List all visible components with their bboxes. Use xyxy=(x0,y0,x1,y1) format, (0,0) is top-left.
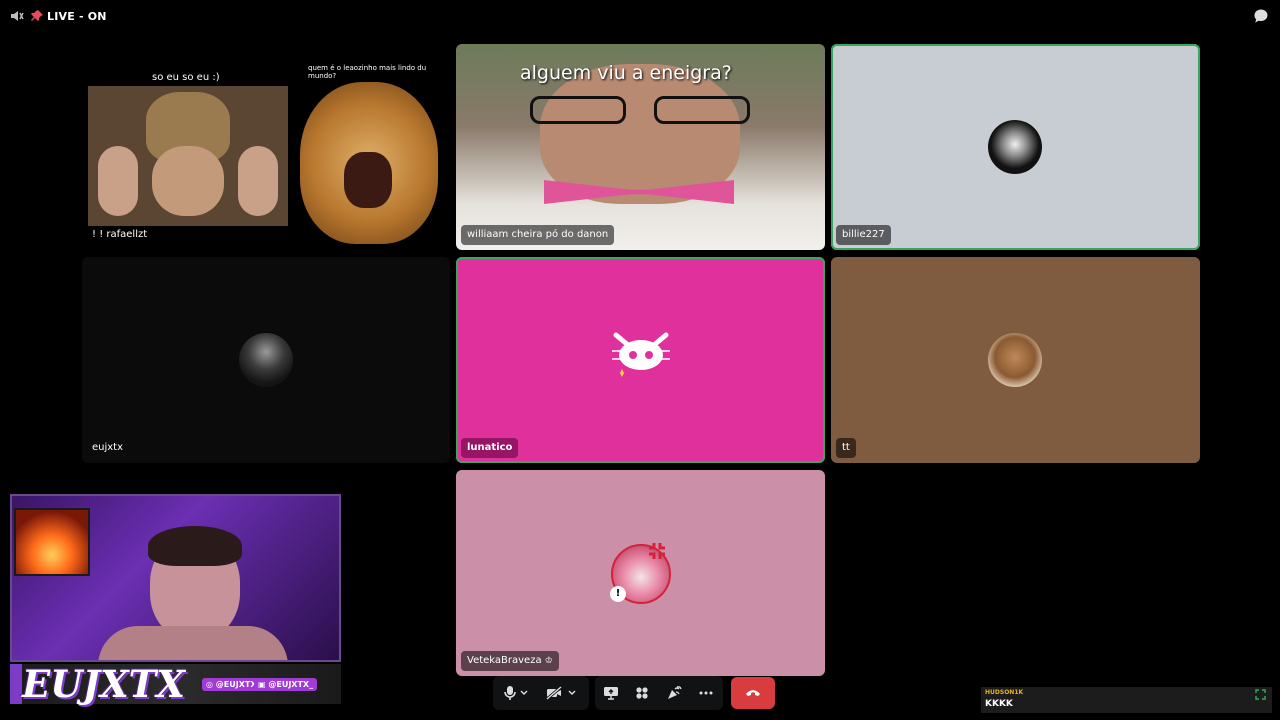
discord-cat-avatar-icon xyxy=(612,332,670,377)
participant-name: tt xyxy=(836,438,856,458)
participant-name: billie227 xyxy=(836,225,891,245)
participant-name: eujxtx xyxy=(92,442,124,453)
more-icon xyxy=(699,691,713,695)
streamer-webcam xyxy=(10,494,341,662)
screen-share-icon xyxy=(604,687,618,700)
meme-caption-right: quem é o leaozinho mais lindo du mundo? xyxy=(308,64,427,80)
screen-share-button[interactable] xyxy=(596,676,626,710)
mic-camera-controls xyxy=(493,676,589,710)
mic-options-button[interactable] xyxy=(515,676,533,710)
stream-title: LIVE - ON xyxy=(47,10,107,23)
video-tile-tt[interactable]: tt xyxy=(831,257,1200,463)
alert-bubble: ! xyxy=(610,586,626,602)
participant-name: ! ! rafaellzt xyxy=(92,229,148,240)
anger-emote-icon xyxy=(649,543,665,559)
lion-image xyxy=(300,82,438,244)
video-tile-billie227[interactable]: billie227 xyxy=(831,44,1200,250)
avatar xyxy=(988,120,1042,174)
fireplace-frame xyxy=(14,508,90,576)
meme-caption-left: so eu so eu :) xyxy=(152,72,220,83)
streamer-hair xyxy=(148,526,242,566)
fullscreen-icon[interactable] xyxy=(1255,689,1266,700)
video-tile-rafaellzt[interactable]: so eu so eu :) quem é o leaozinho mais l… xyxy=(82,44,450,250)
chevron-down-icon xyxy=(568,690,576,695)
chevron-down-icon xyxy=(520,690,528,695)
glasses xyxy=(530,96,750,126)
hang-up-button[interactable] xyxy=(731,677,775,709)
participant-name: williaam cheira pó do danon xyxy=(461,225,615,245)
brand-logo-text: EUJXTX xyxy=(22,662,185,706)
participant-name: lunatico xyxy=(461,438,519,458)
top-bar: LIVE - ON xyxy=(0,0,1280,32)
video-tile-vetekabraveza[interactable]: ! VetekaBraveza ♔ xyxy=(456,470,825,676)
activities-button[interactable] xyxy=(627,676,657,710)
activities-icon xyxy=(636,687,648,699)
twitch-handle: ▣ @EUJXTX_ xyxy=(254,678,318,691)
avatar xyxy=(988,333,1042,387)
server-icon: ♔ xyxy=(544,656,553,666)
video-tile-lunatico[interactable]: lunatico xyxy=(456,257,825,463)
hang-up-icon xyxy=(746,690,760,696)
speaker-icon[interactable] xyxy=(10,9,24,23)
twitch-icon: ▣ xyxy=(258,680,266,689)
avatar xyxy=(239,333,293,387)
chat-message: KKKK xyxy=(985,699,1013,709)
meme-caption: alguem viu a eneigra? xyxy=(520,62,732,84)
streamer-body xyxy=(98,626,288,660)
meme-left-panel xyxy=(88,86,288,226)
activity-controls xyxy=(595,676,723,710)
soundboard-button[interactable] xyxy=(659,676,689,710)
pin-icon xyxy=(31,10,43,21)
camera-options-button[interactable] xyxy=(563,676,581,710)
video-tile-eujxtx[interactable]: eujxtx xyxy=(82,257,450,463)
instagram-icon: ◎ xyxy=(206,680,213,689)
chat-username: HUDSON1K xyxy=(985,689,1024,696)
soundboard-icon xyxy=(668,686,682,699)
chat-overlay: HUDSON1K KKKK xyxy=(981,687,1272,713)
more-button[interactable] xyxy=(691,676,721,710)
instagram-handle: ◎ @EUJXTX xyxy=(202,678,261,691)
camera-off-icon xyxy=(546,686,562,700)
participant-name: VetekaBraveza ♔ xyxy=(461,651,559,671)
video-tile-williaam[interactable]: alguem viu a eneigra? williaam cheira pó… xyxy=(456,44,825,250)
chat-bubble-icon[interactable] xyxy=(1253,8,1269,24)
